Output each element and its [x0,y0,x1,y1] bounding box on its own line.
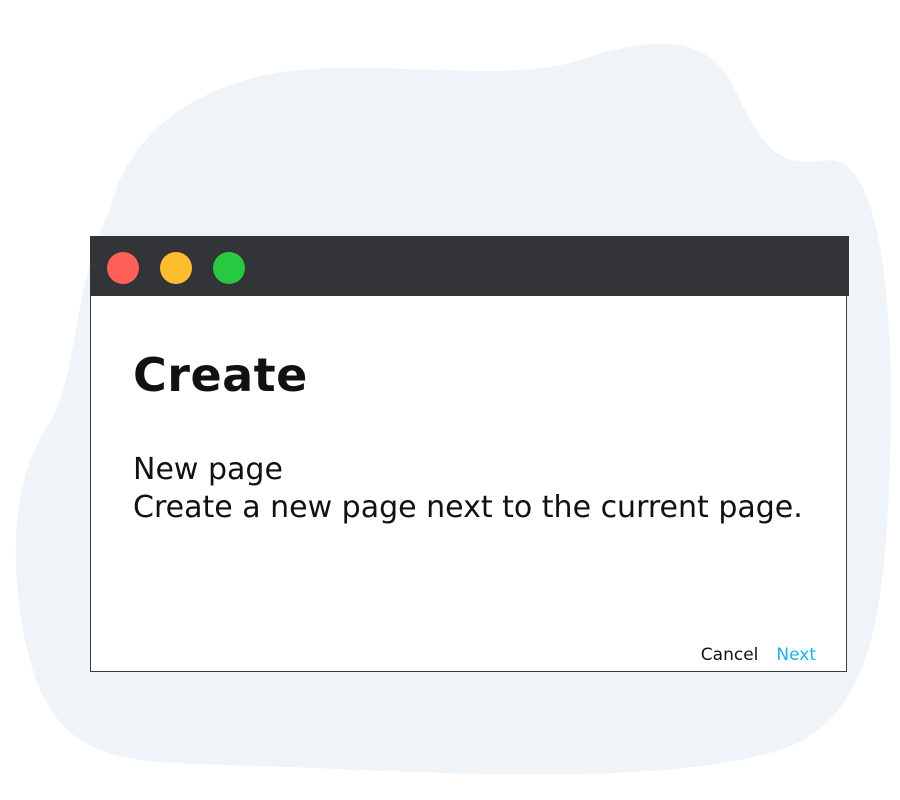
dialog-actions: Cancel Next [701,645,816,665]
option-title: New page [133,452,283,487]
dialog-title: Create [133,348,308,402]
next-button[interactable]: Next [776,645,816,665]
close-dot-icon[interactable] [107,252,139,284]
option-description: Create a new page next to the current pa… [133,490,803,525]
dialog-window: Create New page Create a new page next t… [90,236,849,672]
dialog-content: Create New page Create a new page next t… [133,347,826,527]
new-page-option[interactable]: New page Create a new page next to the c… [133,451,826,527]
window-titlebar [90,236,849,296]
stage: Create New page Create a new page next t… [0,0,900,800]
minimize-dot-icon[interactable] [160,252,192,284]
cancel-button[interactable]: Cancel [701,645,759,665]
maximize-dot-icon[interactable] [213,252,245,284]
